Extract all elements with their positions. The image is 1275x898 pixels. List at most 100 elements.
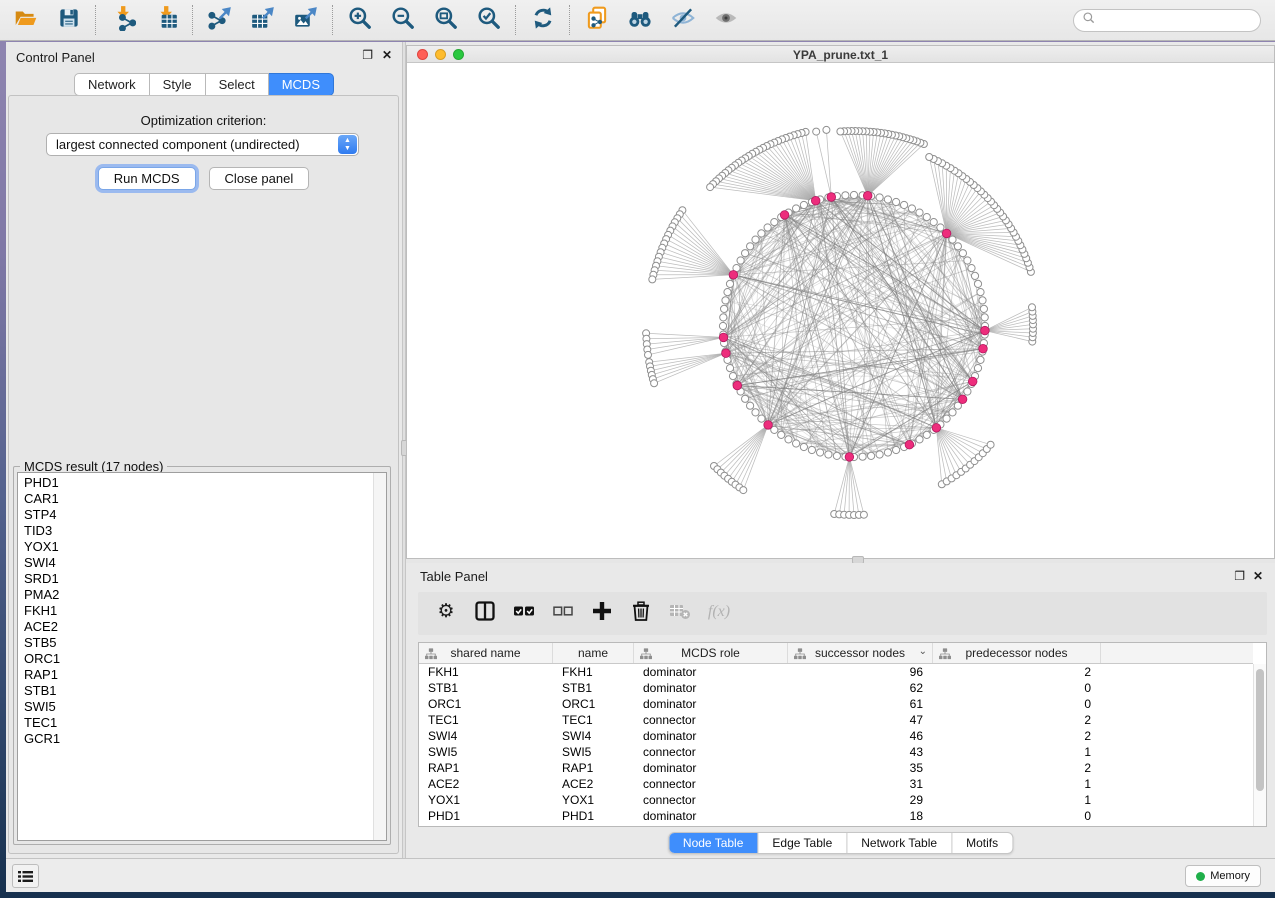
table-row[interactable]: TEC1TEC1connector472 (419, 712, 1253, 728)
first-neighbors-button[interactable] (618, 3, 661, 37)
mcds-result-item[interactable]: YOX1 (18, 539, 386, 555)
tab-network[interactable]: Network (74, 73, 150, 96)
show-all-button[interactable] (704, 3, 747, 37)
close-panel-icon[interactable]: ✕ (382, 49, 392, 61)
zoom-in-button[interactable] (338, 3, 381, 37)
table-row[interactable]: SWI5SWI5connector431 (419, 744, 1253, 760)
zoom-out-button[interactable] (381, 3, 424, 37)
scrollbar-thumb[interactable] (1256, 669, 1264, 791)
search-input[interactable] (1096, 14, 1260, 28)
memory-button[interactable]: Memory (1185, 865, 1261, 887)
mcds-result-item[interactable]: STP4 (18, 507, 386, 523)
import-table-button[interactable] (144, 3, 187, 37)
node-table: shared namenameMCDS rolesuccessor nodes⌄… (418, 642, 1267, 827)
cell-MCDS-role: connector (634, 712, 788, 728)
search-box[interactable] (1073, 9, 1261, 32)
table-row[interactable]: FKH1FKH1dominator962 (419, 664, 1253, 680)
network-canvas[interactable] (407, 63, 1274, 558)
export-image-button[interactable] (284, 3, 327, 37)
show-columns-button[interactable] (473, 602, 497, 626)
mcds-result-item[interactable]: ACE2 (18, 619, 386, 635)
cell-name: PHD1 (553, 808, 634, 824)
mcds-list-scrollbar[interactable] (373, 473, 386, 840)
float-panel-icon[interactable]: ❐ (1234, 570, 1245, 582)
show-columns-icon (473, 599, 497, 629)
close-panel-icon[interactable]: ✕ (1253, 570, 1263, 582)
column-header-shared-name[interactable]: shared name (419, 643, 553, 663)
cell-successor-nodes: 29 (788, 792, 933, 808)
column-header-successor-nodes[interactable]: successor nodes⌄ (788, 643, 933, 663)
mcds-result-item[interactable]: STB5 (18, 635, 386, 651)
memory-label: Memory (1210, 870, 1250, 882)
mcds-result-list[interactable]: PHD1CAR1STP4TID3YOX1SWI4SRD1PMA2FKH1ACE2… (17, 472, 387, 841)
mcds-result-item[interactable]: GCR1 (18, 731, 386, 747)
close-panel-button[interactable]: Close panel (209, 167, 310, 190)
zoom-selected-button[interactable] (467, 3, 510, 37)
mcds-result-item[interactable]: ORC1 (18, 651, 386, 667)
tab-select[interactable]: Select (206, 73, 269, 96)
table-options-gear-button[interactable]: ⚙ (434, 602, 458, 626)
mcds-result-item[interactable]: PHD1 (18, 473, 386, 491)
tab-node-table[interactable]: Node Table (669, 833, 758, 853)
column-header-name[interactable]: name (553, 643, 634, 663)
toolbar-separator (192, 5, 193, 35)
mcds-result-item[interactable]: SWI4 (18, 555, 386, 571)
mcds-result-item[interactable]: FKH1 (18, 603, 386, 619)
save-session-button[interactable] (47, 3, 90, 37)
cell-predecessor-nodes: 0 (933, 680, 1101, 696)
mcds-result-item[interactable]: SWI5 (18, 699, 386, 715)
mcds-result-item[interactable]: SRD1 (18, 571, 386, 587)
tab-mcds[interactable]: MCDS (269, 73, 334, 96)
delete-column-button[interactable] (629, 602, 653, 626)
column-header-predecessor-nodes[interactable]: predecessor nodes (933, 643, 1101, 663)
mcds-result-item[interactable]: CAR1 (18, 491, 386, 507)
hide-selected-button[interactable] (661, 3, 704, 37)
mcds-result-item[interactable]: TEC1 (18, 715, 386, 731)
clone-network-button[interactable] (575, 3, 618, 37)
tab-edge-table[interactable]: Edge Table (757, 833, 846, 853)
mcds-result-item[interactable]: STB1 (18, 683, 386, 699)
table-row[interactable]: STB1STB1dominator620 (419, 680, 1253, 696)
network-window-titlebar[interactable]: YPA_prune.txt_1 (407, 46, 1274, 63)
add-column-button[interactable] (590, 602, 614, 626)
mcds-tab-content: Optimization criterion: largest connecte… (8, 95, 399, 854)
zoom-fit-button[interactable] (424, 3, 467, 37)
zoom-fit-icon (433, 5, 459, 36)
deselect-all-button[interactable] (551, 602, 575, 626)
apply-preferred-layout-button[interactable] (521, 3, 564, 37)
mcds-result-item[interactable]: PMA2 (18, 587, 386, 603)
cell-shared-name: SWI4 (419, 728, 553, 744)
toolbar-separator (95, 5, 96, 35)
run-mcds-button[interactable]: Run MCDS (98, 167, 196, 190)
tab-motifs[interactable]: Motifs (951, 833, 1012, 853)
import-network-button[interactable] (101, 3, 144, 37)
open-file-button[interactable] (4, 3, 47, 37)
export-network-button[interactable] (198, 3, 241, 37)
network-graph[interactable] (407, 63, 1274, 558)
table-row[interactable]: ACE2ACE2connector311 (419, 776, 1253, 792)
show-all-icon (713, 5, 739, 36)
cell-shared-name: YOX1 (419, 792, 553, 808)
tab-style[interactable]: Style (150, 73, 206, 96)
export-table-button[interactable] (241, 3, 284, 37)
column-header-MCDS-role[interactable]: MCDS role (634, 643, 788, 663)
cell-predecessor-nodes: 2 (933, 664, 1101, 680)
table-row[interactable]: ORC1ORC1dominator610 (419, 696, 1253, 712)
mcds-result-item[interactable]: TID3 (18, 523, 386, 539)
float-panel-icon[interactable]: ❐ (362, 49, 373, 61)
show-panels-button[interactable] (12, 864, 39, 888)
tab-network-table[interactable]: Network Table (846, 833, 951, 853)
table-row[interactable]: SWI4SWI4dominator462 (419, 728, 1253, 744)
table-row[interactable]: RAP1RAP1dominator352 (419, 760, 1253, 776)
column-type-icon (939, 648, 951, 663)
select-all-button[interactable] (512, 602, 536, 626)
table-row[interactable]: PHD1PHD1dominator180 (419, 808, 1253, 824)
mcds-result-item[interactable]: RAP1 (18, 667, 386, 683)
search-icon (1082, 11, 1096, 30)
optimization-criterion-dropdown[interactable]: largest connected component (undirected)… (46, 133, 359, 156)
table-scrollbar[interactable] (1253, 664, 1266, 826)
open-file-icon (13, 5, 39, 36)
sort-desc-icon[interactable]: ⌄ (919, 646, 927, 657)
table-row[interactable]: YOX1YOX1connector291 (419, 792, 1253, 808)
cell-shared-name: STB1 (419, 680, 553, 696)
